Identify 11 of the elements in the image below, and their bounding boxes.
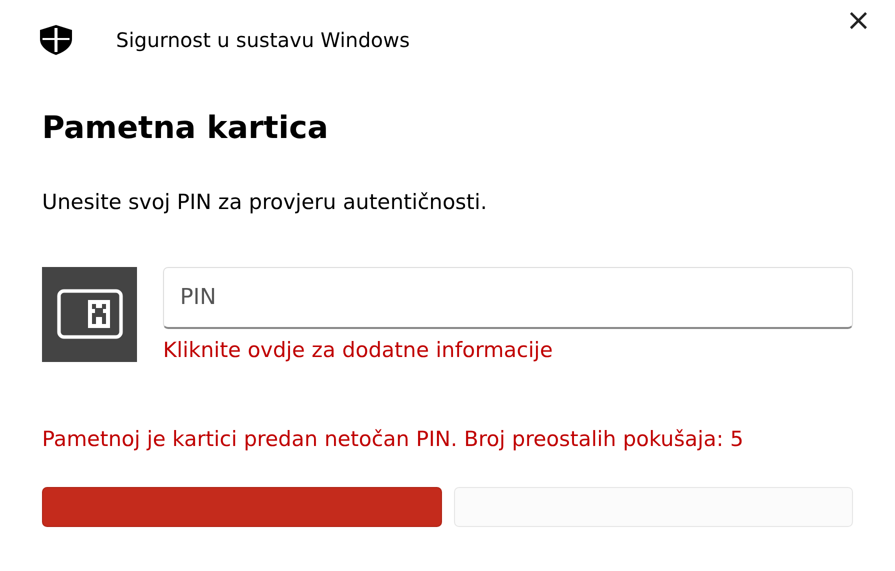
- error-message: Pametnoj je kartici predan netočan PIN. Broj preostalih pokušaja: 5: [42, 426, 744, 454]
- close-button[interactable]: ×: [840, 6, 877, 36]
- shield-icon: [40, 25, 72, 55]
- instruction-text: Unesite svoj PIN za provjeru autentičnosti.: [42, 189, 488, 216]
- window-title: Sigurnost u sustavu Windows: [116, 27, 411, 54]
- pin-field[interactable]: PIN: [163, 266, 853, 329]
- more-info-link[interactable]: Kliknite ovdje za dodatne informacije: [163, 334, 553, 366]
- primary-button[interactable]: [42, 486, 442, 527]
- dialog-heading: Pametna kartica: [42, 110, 330, 148]
- secondary-button[interactable]: [454, 486, 853, 527]
- smart-card-icon: [56, 289, 122, 340]
